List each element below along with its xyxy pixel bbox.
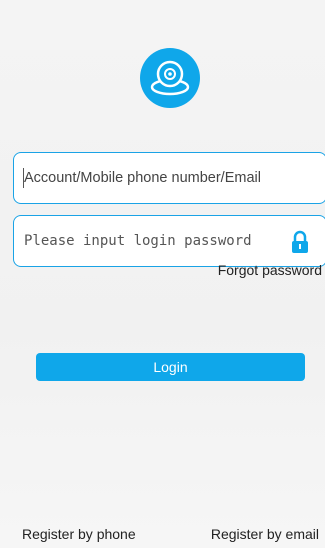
account-input[interactable] — [24, 153, 314, 203]
account-field[interactable] — [13, 152, 325, 204]
password-input[interactable] — [24, 216, 284, 266]
camera-logo-icon — [140, 48, 200, 108]
register-by-phone-link[interactable]: Register by phone — [22, 526, 136, 542]
forgot-password-link[interactable]: Forgot password — [218, 262, 322, 278]
lock-icon[interactable] — [290, 230, 310, 254]
password-field[interactable] — [13, 215, 325, 267]
register-by-email-link[interactable]: Register by email — [211, 526, 319, 542]
login-button[interactable]: Login — [36, 353, 305, 381]
